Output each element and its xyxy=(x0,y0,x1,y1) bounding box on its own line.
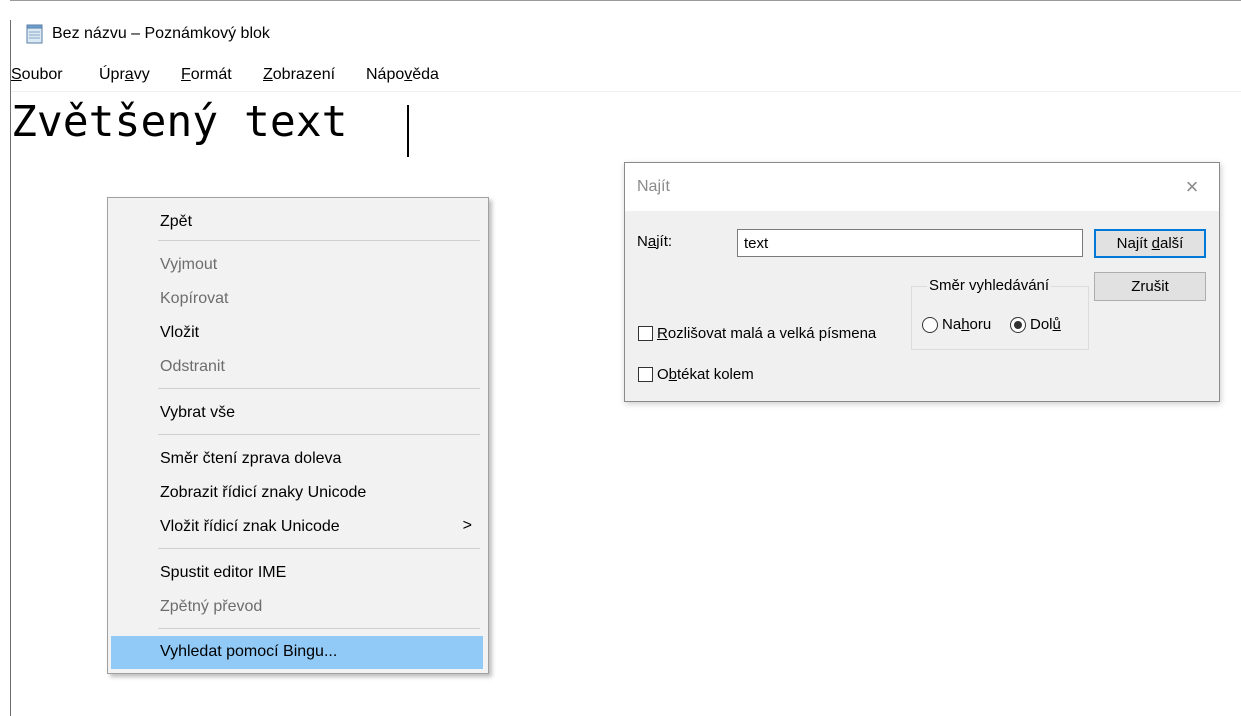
ctx-separator xyxy=(158,548,480,549)
ctx-insert-unicode-control[interactable]: Vložit řídicí znak Unicode > xyxy=(108,511,486,543)
ctx-select-all[interactable]: Vybrat vše xyxy=(108,397,486,429)
radio-down[interactable] xyxy=(1010,317,1026,333)
ctx-item-label: Vyjmout xyxy=(160,256,218,273)
ctx-separator xyxy=(158,628,480,629)
ctx-rtl-reading[interactable]: Směr čtení zprava doleva xyxy=(108,443,486,475)
ctx-item-label: Zpětný převod xyxy=(160,598,263,615)
radio-selected-dot xyxy=(1014,321,1022,329)
find-what-input[interactable] xyxy=(737,229,1083,257)
ctx-item-label: Vybrat vše xyxy=(160,404,235,421)
menu-soubor[interactable]: Soubor xyxy=(11,66,63,84)
ctx-delete[interactable]: Odstranit xyxy=(108,351,486,383)
direction-legend: Směr vyhledávání xyxy=(927,277,1052,294)
context-menu: Zpět Vyjmout Kopírovat Vložit Odstranit … xyxy=(107,197,489,674)
ctx-item-label: Kopírovat xyxy=(160,290,229,307)
ctx-copy[interactable]: Kopírovat xyxy=(108,283,486,315)
radio-up-label[interactable]: Nahoru xyxy=(942,316,991,333)
find-next-button[interactable]: Najít další xyxy=(1094,229,1206,258)
ctx-item-label: Směr čtení zprava doleva xyxy=(160,450,342,467)
cancel-button[interactable]: Zrušit xyxy=(1094,272,1206,301)
match-case-label[interactable]: Rozlišovat malá a velká písmena xyxy=(657,325,876,342)
ctx-separator xyxy=(158,434,480,435)
ctx-item-label: Vložit řídicí znak Unicode xyxy=(160,518,340,535)
ctx-item-label: Zpět xyxy=(160,213,193,230)
find-dialog-titlebar[interactable]: Najít × xyxy=(625,163,1219,211)
ctx-undo[interactable]: Zpět xyxy=(108,206,486,238)
window-title: Bez názvu – Poznámkový blok xyxy=(52,25,270,42)
direction-groupbox xyxy=(911,286,1089,350)
wrap-around-checkbox[interactable] xyxy=(638,367,653,382)
ctx-search-bing[interactable]: Vyhledat pomocí Bingu... xyxy=(111,636,483,669)
ctx-item-label: Vložit xyxy=(160,324,200,341)
ctx-item-label: Vyhledat pomocí Bingu... xyxy=(160,643,338,660)
ctx-separator xyxy=(158,240,480,241)
ctx-cut[interactable]: Vyjmout xyxy=(108,249,486,281)
ctx-show-unicode-control[interactable]: Zobrazit řídicí znaky Unicode xyxy=(108,477,486,509)
radio-up[interactable] xyxy=(922,317,938,333)
ctx-paste[interactable]: Vložit xyxy=(108,317,486,349)
radio-down-label[interactable]: Dolů xyxy=(1030,316,1061,333)
ctx-open-ime[interactable]: Spustit editor IME xyxy=(108,557,486,589)
ctx-item-label: Spustit editor IME xyxy=(160,564,287,581)
match-case-checkbox[interactable] xyxy=(638,326,653,341)
ctx-separator xyxy=(158,388,480,389)
find-what-label: Najít: xyxy=(637,233,673,250)
ctx-item-label: Odstranit xyxy=(160,358,225,375)
editor-content[interactable]: Zvětšený text xyxy=(11,97,348,147)
menu-format[interactable]: Formát xyxy=(181,66,232,84)
submenu-arrow-icon: > xyxy=(462,517,472,534)
ctx-reconversion[interactable]: Zpětný převod xyxy=(108,591,486,623)
text-caret xyxy=(407,105,409,157)
menu-bar: Soubor Úpravy Formát Zobrazení Nápověda xyxy=(11,58,1241,90)
find-dialog-title: Najít xyxy=(637,178,670,195)
menu-upravy[interactable]: Úpravy xyxy=(99,66,150,84)
notepad-app-icon xyxy=(26,24,43,44)
find-dialog: Najít × Najít: Najít další Zrušit Směr v… xyxy=(624,162,1220,402)
close-icon[interactable]: × xyxy=(1178,173,1206,201)
menu-zobrazeni[interactable]: Zobrazení xyxy=(263,66,335,84)
wrap-around-label[interactable]: Obtékat kolem xyxy=(657,366,754,383)
ctx-item-label: Zobrazit řídicí znaky Unicode xyxy=(160,484,367,501)
menu-napoveda[interactable]: Nápověda xyxy=(366,66,439,84)
